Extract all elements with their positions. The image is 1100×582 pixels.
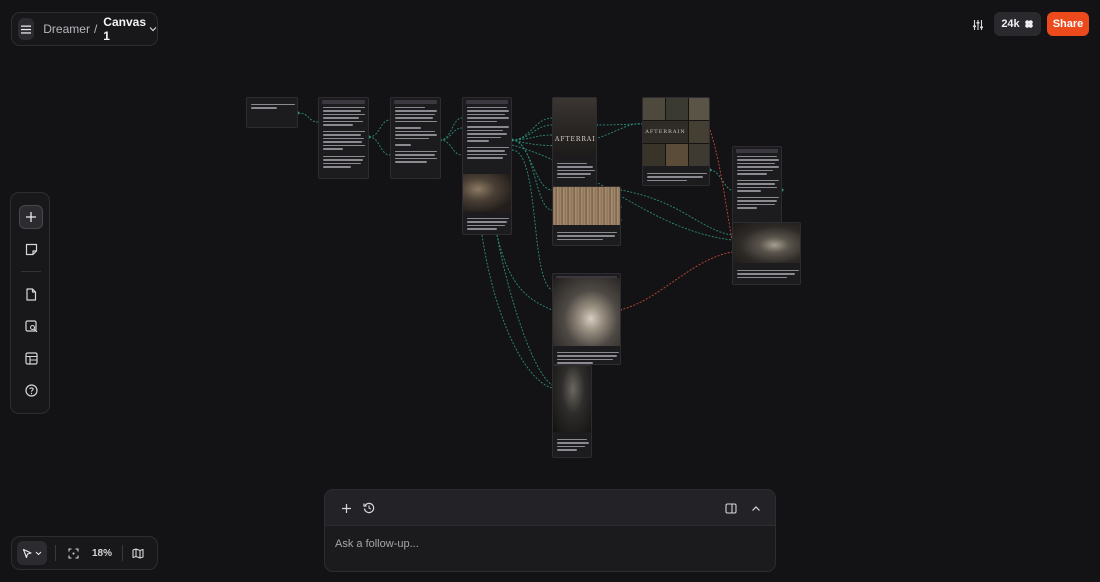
brand-poster-title: AFTERRAIN [555, 136, 596, 143]
image-search-button[interactable] [19, 314, 43, 338]
chat-panel [324, 489, 776, 572]
help-icon [24, 383, 38, 397]
credits-button[interactable]: 24k [994, 12, 1041, 36]
canvas-title[interactable]: Canvas 1 [103, 15, 146, 43]
dark-product-image [553, 366, 591, 432]
moodboard-title: AFTERRAIN [645, 129, 686, 135]
canvas-node-product-scene[interactable] [732, 222, 801, 285]
layout-icon [24, 351, 38, 365]
collapse-chat-button[interactable] [747, 499, 765, 517]
chat-toolbar [325, 490, 775, 526]
chevron-up-icon [752, 505, 760, 511]
select-tool-button[interactable] [17, 541, 47, 565]
help-button[interactable] [19, 378, 43, 402]
map-icon [132, 547, 144, 559]
hamburger-menu-icon [21, 25, 32, 34]
brand-poster-image: AFTERRAIN [553, 98, 596, 156]
bottle-scene-image [733, 223, 800, 263]
chevron-down-icon [35, 551, 42, 555]
menu-button[interactable] [18, 18, 35, 40]
document-icon [26, 287, 37, 301]
add-node-button[interactable] [19, 205, 43, 229]
breadcrumb: Dreamer / Canvas 1 [11, 12, 158, 46]
fit-view-icon [67, 547, 79, 559]
sticky-note-icon [25, 243, 37, 255]
breadcrumb-root[interactable]: Dreamer [43, 22, 90, 36]
canvas-node-text-image[interactable] [462, 97, 512, 235]
fabric-texture-image [553, 187, 620, 225]
zoom-toolbar: 18% [11, 536, 158, 570]
side-panel-icon [725, 502, 737, 514]
breadcrumb-separator: / [93, 22, 98, 36]
canvas-node-brand-image[interactable]: AFTERRAIN [552, 97, 597, 189]
canvas-node-product-image[interactable] [552, 273, 621, 365]
canvas-node-dark-product[interactable] [552, 365, 592, 458]
cursor-arrow-icon [22, 548, 32, 558]
chat-input[interactable] [335, 534, 765, 554]
image-search-icon [24, 319, 37, 332]
interior-image [463, 174, 511, 212]
toggle-panel-button[interactable] [722, 499, 740, 517]
canvas-node-text[interactable] [390, 97, 441, 179]
credits-value: 24k [1001, 18, 1020, 30]
minimap-button[interactable] [129, 544, 147, 562]
layout-button[interactable] [19, 346, 43, 370]
share-button[interactable]: Share [1047, 12, 1089, 36]
moodboard-grid-image: AFTERRAIN [643, 98, 709, 166]
canvas-node-moodboard[interactable]: AFTERRAIN [642, 97, 710, 186]
chevron-down-icon[interactable] [149, 26, 157, 32]
chat-add-button[interactable] [337, 499, 355, 517]
canvas-node-text[interactable] [318, 97, 369, 179]
sticky-note-button[interactable] [19, 237, 43, 261]
plus-icon [26, 212, 36, 222]
canvas-node-texture[interactable] [552, 186, 621, 246]
history-button[interactable] [360, 499, 378, 517]
document-button[interactable] [19, 282, 43, 306]
sliders-icon [973, 20, 983, 30]
zoom-level[interactable]: 18% [92, 548, 112, 559]
clover-icon [1024, 20, 1033, 28]
history-icon [363, 502, 375, 514]
plus-icon [341, 503, 351, 513]
canvas-node-prompt[interactable] [246, 97, 298, 128]
fit-view-button[interactable] [64, 544, 82, 562]
left-toolbar [10, 192, 50, 414]
perfume-bottle-image [553, 278, 620, 346]
settings-sliders-button[interactable] [969, 16, 987, 34]
canvas-node-text[interactable] [732, 146, 782, 232]
